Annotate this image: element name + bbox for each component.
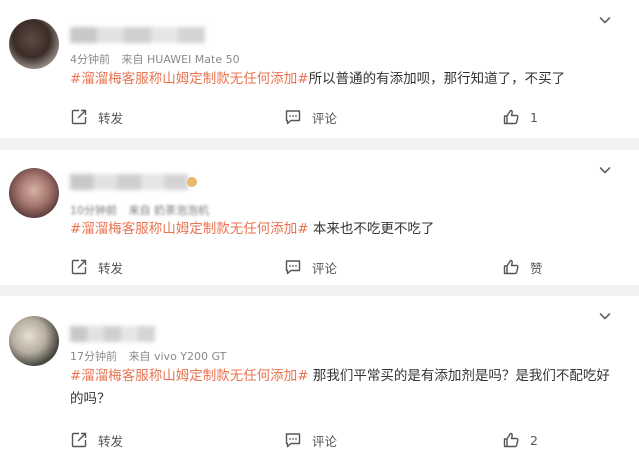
comment-label: 评论 xyxy=(312,260,338,276)
username-blurred[interactable] xyxy=(70,27,205,43)
comment-button[interactable]: 评论 xyxy=(284,256,337,278)
avatar[interactable] xyxy=(9,316,59,366)
comment-card: 10分钟前 来自 奶茶泡泡机 #溜溜梅客服称山姆定制款无任何添加# 本来也不吃更… xyxy=(0,150,639,285)
avatar[interactable] xyxy=(9,19,59,69)
like-icon xyxy=(503,259,519,275)
comment-body: 本来也不吃更不吃了 xyxy=(308,221,435,237)
like-label: 赞 xyxy=(530,260,543,276)
chevron-down-icon[interactable] xyxy=(599,310,611,322)
action-bar: 转发 评论 1 xyxy=(0,106,639,128)
comment-body: 所以普通的有添加呗，那行知道了，不买了 xyxy=(308,71,566,87)
comment-button[interactable]: 评论 xyxy=(284,106,337,128)
username-blurred[interactable] xyxy=(70,174,188,190)
badge-icon xyxy=(187,177,197,187)
like-count: 1 xyxy=(530,109,538,125)
topic-link[interactable]: #溜溜梅客服称山姆定制款无任何添加# xyxy=(70,221,309,237)
like-count: 2 xyxy=(530,432,538,448)
comment-time: 10分钟前 xyxy=(70,204,117,217)
topic-link[interactable]: #溜溜梅客服称山姆定制款无任何添加# xyxy=(70,71,309,87)
repost-button[interactable]: 转发 xyxy=(70,429,123,451)
repost-label: 转发 xyxy=(98,260,124,276)
comment-source: 来自 vivo Y200 GT xyxy=(128,350,227,363)
action-bar: 转发 评论 2 xyxy=(0,429,639,451)
chevron-down-icon[interactable] xyxy=(599,164,611,176)
comment-icon xyxy=(285,110,301,125)
repost-icon xyxy=(71,259,87,275)
like-icon xyxy=(503,432,519,448)
chevron-down-icon[interactable] xyxy=(599,14,611,26)
comment-label: 评论 xyxy=(312,110,338,126)
repost-button[interactable]: 转发 xyxy=(70,106,123,128)
comment-text: #溜溜梅客服称山姆定制款无任何添加#所以普通的有添加呗，那行知道了，不买了 xyxy=(70,68,615,91)
comment-meta: 4分钟前 来自 HUAWEI Mate 50 xyxy=(70,51,240,67)
comment-meta: 10分钟前 来自 奶茶泡泡机 xyxy=(70,202,209,218)
username-blurred[interactable] xyxy=(70,326,155,342)
avatar[interactable] xyxy=(9,168,59,218)
comment-meta: 17分钟前 来自 vivo Y200 GT xyxy=(70,348,226,364)
action-bar: 转发 评论 赞 xyxy=(0,256,639,278)
comment-card: 4分钟前 来自 HUAWEI Mate 50 #溜溜梅客服称山姆定制款无任何添加… xyxy=(0,0,639,138)
like-icon xyxy=(503,109,519,125)
like-button[interactable]: 赞 xyxy=(502,256,543,278)
repost-label: 转发 xyxy=(98,110,124,126)
comment-text: #溜溜梅客服称山姆定制款无任何添加# 本来也不吃更不吃了 xyxy=(70,218,615,241)
comment-icon xyxy=(285,260,301,275)
comment-time: 4分钟前 xyxy=(70,53,110,66)
comment-label: 评论 xyxy=(312,433,338,449)
comment-text: #溜溜梅客服称山姆定制款无任何添加# 那我们平常买的是有添加剂是吗？是我们不配吃… xyxy=(70,365,615,411)
comment-icon xyxy=(285,433,301,448)
comment-button[interactable]: 评论 xyxy=(284,429,337,451)
comment-card: 17分钟前 来自 vivo Y200 GT #溜溜梅客服称山姆定制款无任何添加#… xyxy=(0,296,639,453)
repost-icon xyxy=(71,432,87,448)
comment-source: 来自 HUAWEI Mate 50 xyxy=(121,53,240,66)
comment-source: 来自 奶茶泡泡机 xyxy=(128,204,210,217)
repost-icon xyxy=(71,109,87,125)
like-button[interactable]: 2 xyxy=(502,429,538,451)
repost-button[interactable]: 转发 xyxy=(70,256,123,278)
comment-time: 17分钟前 xyxy=(70,350,117,363)
repost-label: 转发 xyxy=(98,433,124,449)
like-button[interactable]: 1 xyxy=(502,106,538,128)
topic-link[interactable]: #溜溜梅客服称山姆定制款无任何添加# xyxy=(70,368,309,384)
